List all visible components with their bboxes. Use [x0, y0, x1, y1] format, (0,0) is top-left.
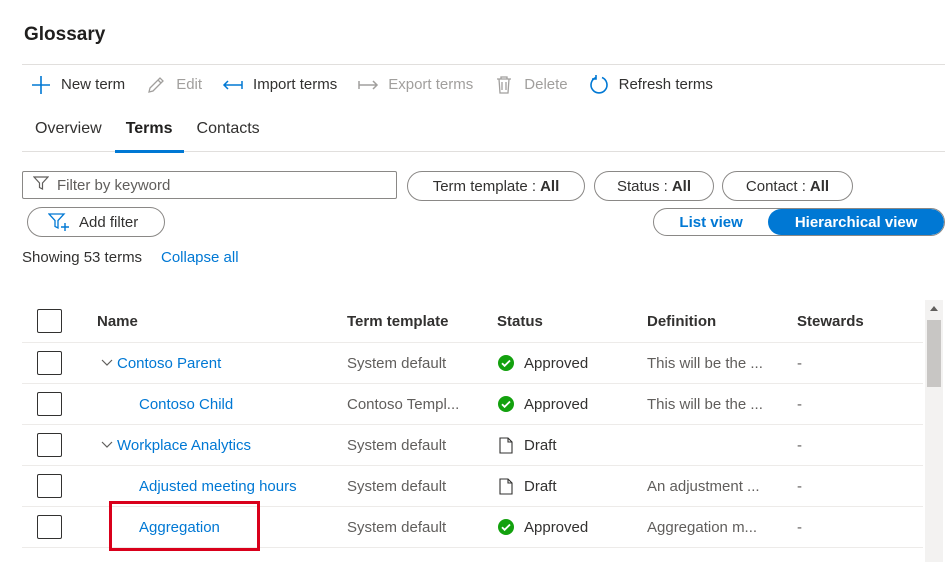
- contact-filter-value: All: [809, 177, 830, 195]
- stewards-cell: -: [797, 518, 802, 536]
- status-text: Draft: [524, 477, 557, 495]
- tab-terms[interactable]: Terms: [114, 108, 184, 153]
- scroll-up-arrow-icon[interactable]: [925, 300, 943, 316]
- pencil-icon: [145, 74, 167, 96]
- column-header-definition[interactable]: Definition: [647, 300, 716, 342]
- chevron-down-icon[interactable]: [97, 435, 117, 455]
- term-name-link[interactable]: Contoso Child: [139, 396, 233, 413]
- term-count-text: Showing 53 terms: [22, 249, 143, 266]
- check-circle-icon: [497, 518, 515, 536]
- status-text: Approved: [524, 518, 589, 536]
- vertical-scrollbar[interactable]: [925, 300, 943, 562]
- trash-icon: [493, 74, 515, 96]
- status-text: Approved: [524, 395, 589, 413]
- row-checkbox[interactable]: [37, 474, 62, 498]
- delete-label: Delete: [524, 76, 568, 93]
- column-header-stewards[interactable]: Stewards: [797, 300, 864, 342]
- add-filter-button[interactable]: Add filter: [27, 207, 165, 237]
- keyword-filter-box[interactable]: [22, 171, 397, 199]
- column-header-term-template[interactable]: Term template: [347, 300, 448, 342]
- definition-cell: This will be the ...: [647, 395, 763, 413]
- select-all-checkbox[interactable]: [37, 309, 62, 333]
- add-filter-icon: [48, 212, 70, 232]
- table-header-row: Name Term template Status Definition Ste…: [22, 300, 923, 343]
- delete-button[interactable]: Delete: [493, 65, 568, 105]
- tab-bar: Overview Terms Contacts: [22, 108, 945, 153]
- page-title: Glossary: [24, 24, 106, 45]
- check-circle-icon: [497, 354, 515, 372]
- contact-filter[interactable]: Contact : All: [722, 171, 853, 201]
- term-template-cell: System default: [347, 436, 447, 454]
- chevron-down-icon[interactable]: [97, 353, 117, 373]
- stewards-cell: -: [797, 395, 802, 413]
- scrollbar-thumb[interactable]: [927, 320, 941, 387]
- status-filter[interactable]: Status : All: [594, 171, 714, 201]
- status-text: Approved: [524, 354, 589, 372]
- hierarchical-view-option[interactable]: Hierarchical view: [768, 209, 944, 235]
- export-arrow-icon: [357, 74, 379, 96]
- term-name-link[interactable]: Contoso Parent: [117, 355, 221, 372]
- row-checkbox[interactable]: [37, 392, 62, 416]
- term-template-cell: System default: [347, 477, 447, 495]
- term-template-filter[interactable]: Term template : All: [407, 171, 585, 201]
- term-template-cell: System default: [347, 518, 447, 536]
- stewards-cell: -: [797, 477, 802, 495]
- document-icon: [497, 436, 515, 454]
- keyword-filter-input[interactable]: [57, 176, 377, 194]
- status-filter-label: Status :: [616, 177, 668, 195]
- view-toggle: List view Hierarchical view: [653, 208, 945, 236]
- new-term-label: New term: [61, 76, 126, 93]
- plus-icon: [30, 74, 52, 96]
- refresh-terms-button[interactable]: Refresh terms: [588, 65, 713, 105]
- definition-cell: This will be the ...: [647, 354, 763, 372]
- refresh-icon: [588, 74, 610, 96]
- export-terms-label: Export terms: [388, 76, 474, 93]
- edit-label: Edit: [176, 76, 203, 93]
- table-row[interactable]: Contoso Parent System default Approved T…: [22, 343, 923, 384]
- tab-contacts[interactable]: Contacts: [186, 108, 271, 152]
- export-terms-button[interactable]: Export terms: [357, 65, 473, 105]
- row-checkbox[interactable]: [37, 433, 62, 457]
- term-template-cell: Contoso Templ...: [347, 395, 460, 413]
- edit-button[interactable]: Edit: [145, 65, 202, 105]
- term-template-filter-value: All: [540, 177, 560, 195]
- refresh-terms-label: Refresh terms: [618, 76, 713, 93]
- term-name-link[interactable]: Adjusted meeting hours: [139, 478, 297, 495]
- check-circle-icon: [497, 395, 515, 413]
- import-arrow-icon: [222, 74, 244, 96]
- filter-funnel-icon: [32, 175, 50, 196]
- list-view-option[interactable]: List view: [654, 209, 768, 235]
- column-header-name[interactable]: Name: [97, 300, 138, 342]
- stewards-cell: -: [797, 436, 802, 454]
- contact-filter-label: Contact :: [745, 177, 806, 195]
- column-header-status[interactable]: Status: [497, 300, 543, 342]
- definition-cell: An adjustment ...: [647, 477, 760, 495]
- term-template-filter-label: Term template :: [432, 177, 537, 195]
- new-term-button[interactable]: New term: [30, 65, 125, 105]
- row-checkbox[interactable]: [37, 351, 62, 375]
- tab-overview[interactable]: Overview: [22, 108, 113, 152]
- stewards-cell: -: [797, 354, 802, 372]
- terms-table: Name Term template Status Definition Ste…: [22, 300, 923, 548]
- import-terms-button[interactable]: Import terms: [222, 65, 337, 105]
- term-name-link[interactable]: Aggregation: [139, 519, 220, 536]
- table-row[interactable]: Adjusted meeting hours System default Dr…: [22, 466, 923, 507]
- table-row[interactable]: Contoso Child Contoso Templ... Approved …: [22, 384, 923, 425]
- import-terms-label: Import terms: [253, 76, 338, 93]
- term-name-link[interactable]: Workplace Analytics: [117, 437, 251, 454]
- term-template-cell: System default: [347, 354, 447, 372]
- table-row[interactable]: Aggregation System default Approved Aggr…: [22, 507, 923, 548]
- document-icon: [497, 477, 515, 495]
- status-filter-value: All: [671, 177, 692, 195]
- status-text: Draft: [524, 436, 557, 454]
- row-checkbox[interactable]: [37, 515, 62, 539]
- add-filter-label: Add filter: [79, 213, 139, 231]
- definition-cell: Aggregation m...: [647, 518, 758, 536]
- table-row[interactable]: Workplace Analytics System default Draft…: [22, 425, 923, 466]
- collapse-all-link[interactable]: Collapse all: [161, 249, 239, 266]
- command-bar: New term Edit Import terms Export terms …: [22, 64, 945, 104]
